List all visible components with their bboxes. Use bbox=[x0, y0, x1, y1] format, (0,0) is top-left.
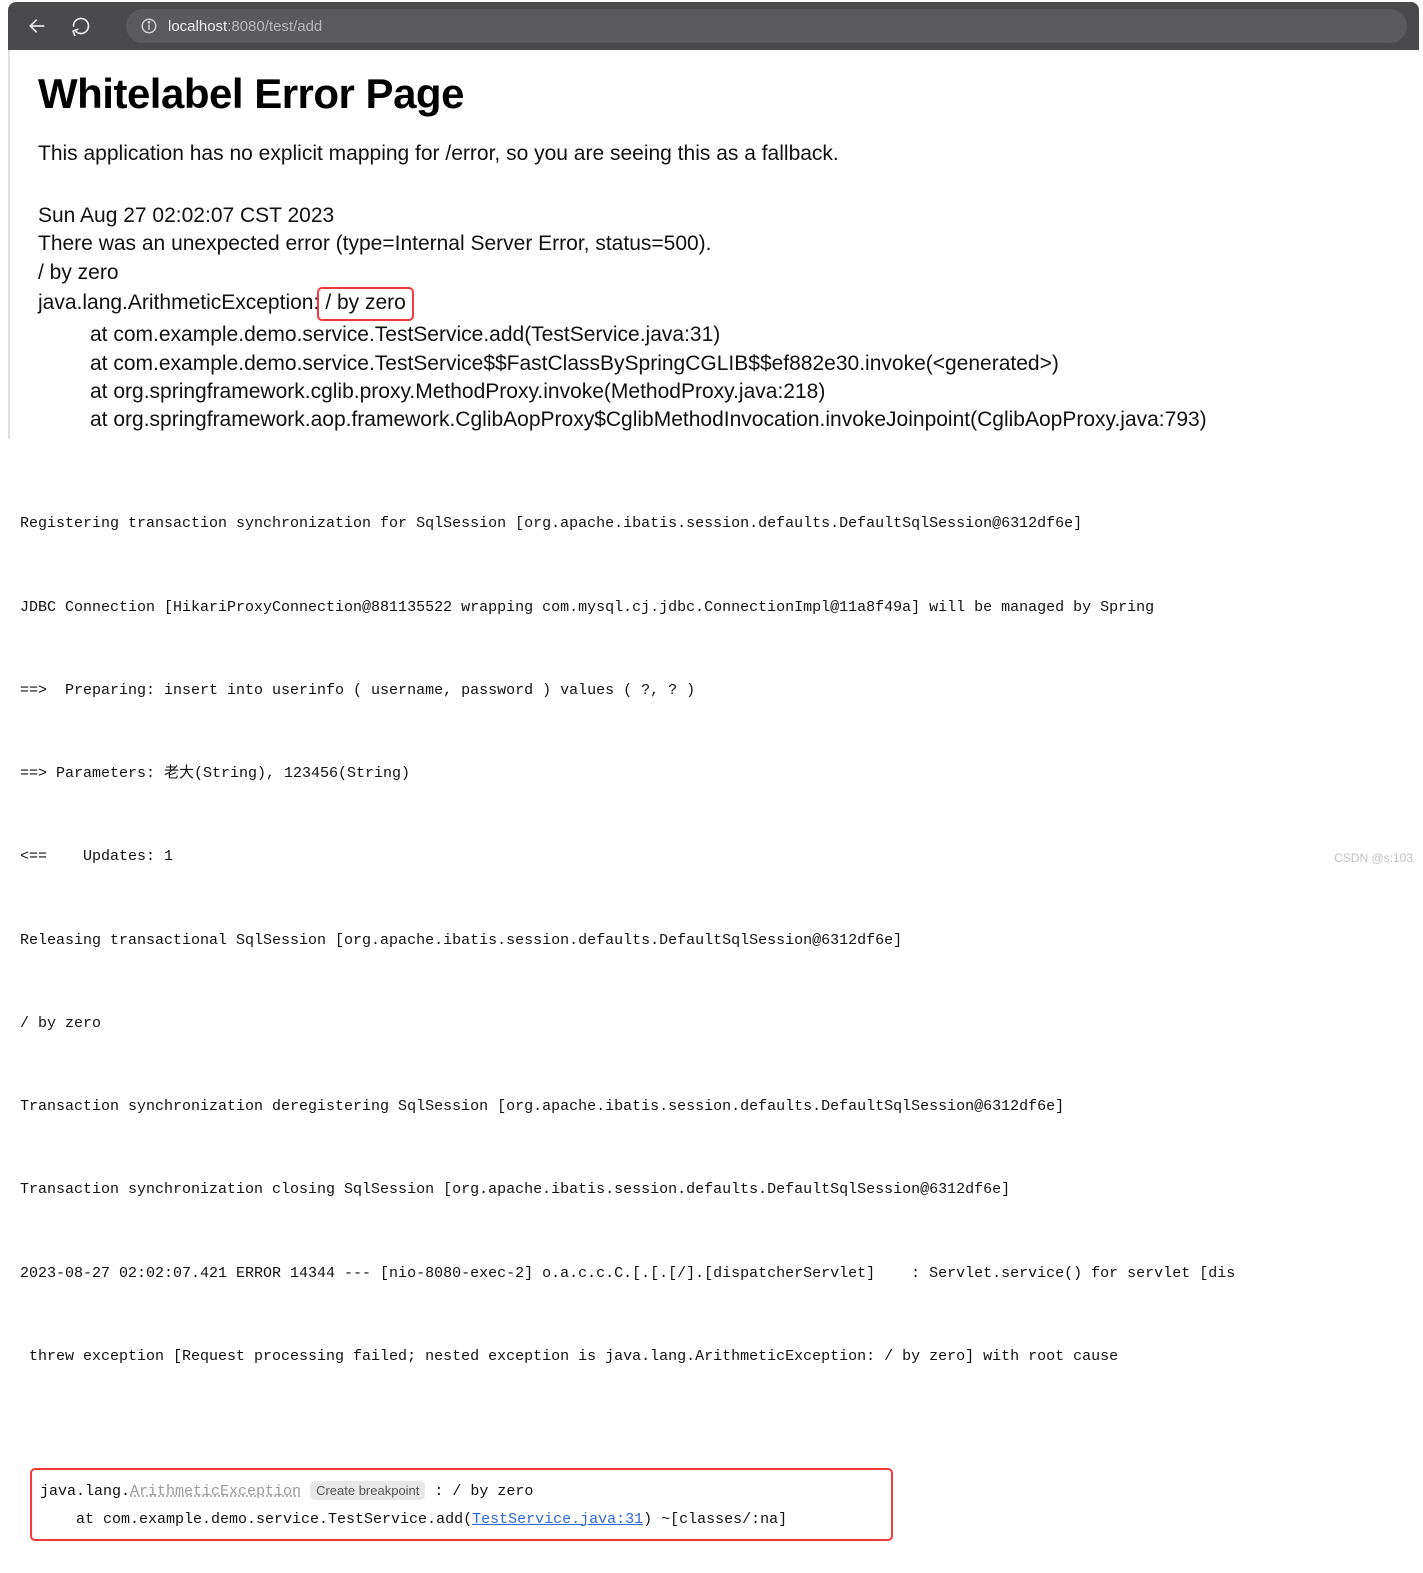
log-line: Transaction synchronization closing SqlS… bbox=[20, 1176, 1423, 1204]
browser-toolbar: localhost:8080/test/add bbox=[8, 2, 1419, 50]
error-timestamp: Sun Aug 27 02:02:07 CST 2023 bbox=[38, 202, 1397, 230]
back-button[interactable] bbox=[20, 9, 54, 43]
arrow-left-icon bbox=[27, 16, 47, 36]
address-bar[interactable]: localhost:8080/test/add bbox=[126, 9, 1407, 43]
reload-icon bbox=[71, 16, 91, 36]
stack-line: at org.springframework.aop.framework.Cgl… bbox=[90, 406, 1397, 434]
stack-at-prefix: at com.example.demo.service.TestService.… bbox=[40, 1511, 472, 1528]
log-line: ==> Parameters: 老大(String), 123456(Strin… bbox=[20, 760, 1423, 788]
exception-prefix: java.lang. bbox=[40, 1483, 130, 1500]
log-line: Releasing transactional SqlSession [org.… bbox=[20, 927, 1423, 955]
url-text: localhost:8080/test/add bbox=[168, 18, 322, 35]
exception-class-link[interactable]: ArithmeticException bbox=[130, 1483, 301, 1500]
exception-highlight: / by zero bbox=[317, 287, 414, 321]
log-line: Transaction synchronization deregisterin… bbox=[20, 1093, 1423, 1121]
stack-trace: at com.example.demo.service.TestService.… bbox=[38, 321, 1397, 434]
url-path: :8080/test/add bbox=[227, 18, 322, 35]
reload-button[interactable] bbox=[64, 9, 98, 43]
log-line: Registering transaction synchronization … bbox=[20, 510, 1423, 538]
error-summary: There was an unexpected error (type=Inte… bbox=[38, 230, 1397, 258]
console-log: Registering transaction synchronization … bbox=[0, 439, 1423, 1573]
log-line: ==> Preparing: insert into userinfo ( us… bbox=[20, 677, 1423, 705]
fallback-message: This application has no explicit mapping… bbox=[38, 142, 1397, 166]
log-line: threw exception [Request processing fail… bbox=[20, 1343, 1423, 1371]
error-page: Whitelabel Error Page This application h… bbox=[8, 50, 1419, 439]
watermark: CSDN @s:103 bbox=[1334, 851, 1413, 865]
stack-line: at com.example.demo.service.TestService.… bbox=[90, 321, 1397, 349]
stack-line: at org.springframework.cglib.proxy.Metho… bbox=[90, 378, 1397, 406]
url-host: localhost bbox=[168, 18, 227, 35]
page-title: Whitelabel Error Page bbox=[38, 70, 1397, 118]
exception-line: java.lang.ArithmeticException: / by zero bbox=[38, 287, 1397, 321]
exception-class: java.lang.ArithmeticException: bbox=[38, 291, 319, 314]
exception-block: java.lang.ArithmeticException Create bre… bbox=[30, 1468, 893, 1542]
source-link[interactable]: TestService.java:31 bbox=[472, 1511, 643, 1528]
site-info-icon[interactable] bbox=[140, 17, 158, 35]
exception-message: : / by zero bbox=[425, 1483, 533, 1500]
create-breakpoint-button[interactable]: Create breakpoint bbox=[310, 1481, 425, 1500]
stack-line: at com.example.demo.service.TestService$… bbox=[90, 350, 1397, 378]
log-line: / by zero bbox=[20, 1010, 1423, 1038]
log-line: 2023-08-27 02:02:07.421 ERROR 14344 --- … bbox=[20, 1260, 1423, 1288]
log-line: <== Updates: 1 bbox=[20, 843, 1423, 871]
stack-at-suffix: ) ~[classes/:na] bbox=[643, 1511, 787, 1528]
log-line: JDBC Connection [HikariProxyConnection@8… bbox=[20, 594, 1423, 622]
error-message: / by zero bbox=[38, 259, 1397, 287]
